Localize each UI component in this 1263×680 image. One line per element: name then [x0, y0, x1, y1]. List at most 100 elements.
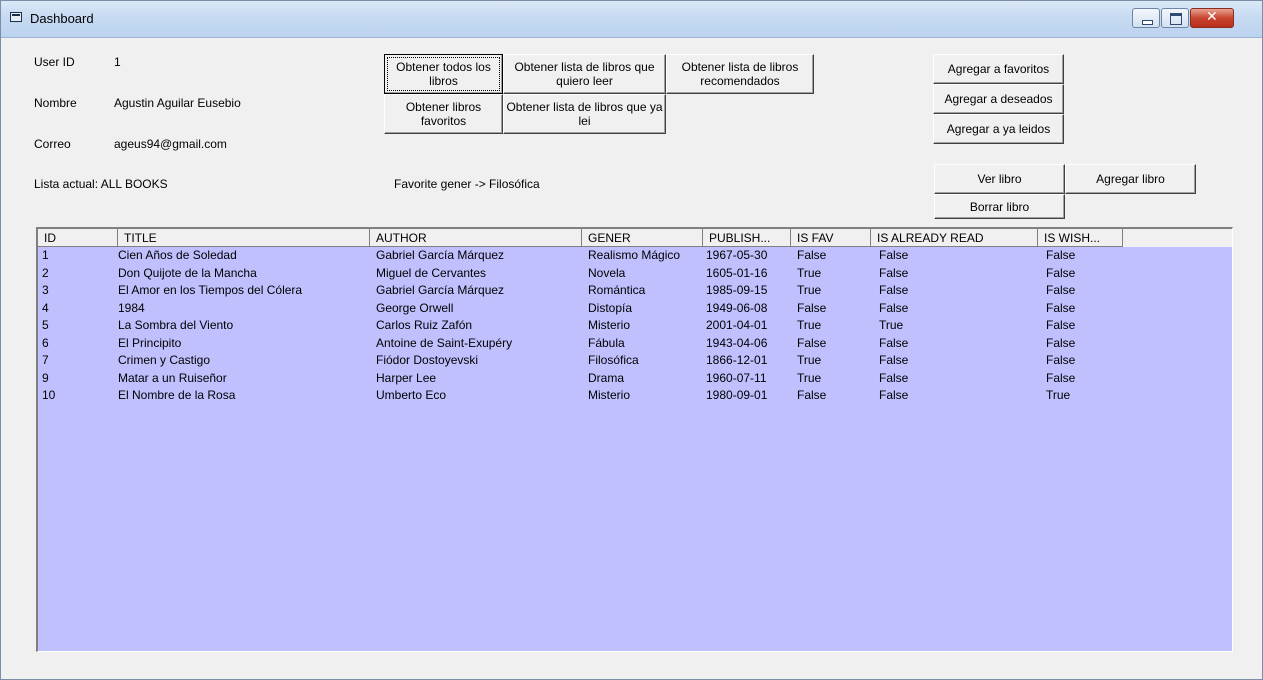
table-cell: 3	[42, 283, 49, 297]
table-cell: 1866-12-01	[706, 353, 768, 367]
table-row[interactable]: 6 El Principito Antoine de Saint-Exupéry Fá…	[38, 335, 1232, 350]
get-already-read-button[interactable]: Obtener lista de libros que ya lei	[503, 94, 666, 134]
column-header[interactable]: IS FAV	[791, 229, 871, 247]
maximize-button[interactable]	[1161, 8, 1189, 28]
table-cell: True	[797, 370, 822, 385]
table-cell: Crimen y Castigo	[118, 353, 211, 367]
table-cell: 1960-07-11	[706, 370, 767, 385]
table-cell: 1967-05-30	[706, 248, 768, 262]
add-to-wishlist-button[interactable]: Agregar a deseados	[933, 84, 1064, 114]
table-cell: False	[879, 300, 909, 315]
table-cell: Miguel de Cervantes	[376, 265, 487, 280]
close-button[interactable]: ✕	[1190, 8, 1234, 28]
column-header[interactable]: GENER	[582, 229, 703, 247]
table-cell: Fiódor Dostoyevski	[376, 353, 479, 367]
table-row[interactable]: 1 Cien Años de Soledad Gabriel García Márq…	[38, 249, 1232, 262]
table-cell: False	[879, 353, 909, 367]
table-cell: Umberto Eco	[376, 388, 447, 402]
table-cell: True	[797, 353, 822, 367]
table-cell: 1985-09-15	[706, 283, 768, 297]
table-cell: Gabriel García Márquez	[376, 248, 505, 262]
favorite-gener-label: Favorite gener -> Filosófica	[394, 177, 540, 191]
get-all-books-button[interactable]: Obtener todos los libros	[384, 54, 503, 94]
table-cell: Don Quijote de la Mancha	[118, 265, 257, 280]
table-row[interactable]: 2 Don Quijote de la Mancha Miguel de Cerva…	[38, 265, 1232, 280]
minimize-icon	[1142, 20, 1153, 25]
table-cell: 9	[42, 370, 49, 385]
table-cell: 1980-09-01	[706, 388, 768, 402]
maximize-icon	[1170, 13, 1182, 25]
table-cell: 1943-04-06	[706, 335, 768, 350]
table-cell: False	[797, 248, 827, 262]
table-cell: False	[879, 265, 909, 280]
column-header[interactable]: PUBLISH...	[703, 229, 791, 247]
table-cell: 10	[42, 388, 56, 402]
table-cell: False	[1046, 300, 1076, 315]
current-list-label: Lista actual: ALL BOOKS	[34, 177, 168, 191]
table-cell: 1984	[118, 300, 145, 315]
table-cell: George Orwell	[376, 300, 454, 315]
column-header[interactable]: ID	[38, 229, 118, 247]
table-cell: True	[797, 265, 822, 280]
view-book-button[interactable]: Ver libro	[934, 164, 1065, 194]
table-cell: El Amor en los Tiempos del Cólera	[118, 283, 303, 297]
table-cell: Matar a un Ruiseñor	[118, 370, 227, 385]
table-cell: Harper Lee	[376, 370, 437, 385]
table-cell: False	[879, 370, 909, 385]
table-cell: 1	[42, 248, 49, 262]
add-book-button[interactable]: Agregar libro	[1065, 164, 1196, 194]
table-cell: Cien Años de Soledad	[118, 248, 237, 262]
title-bar[interactable]: Dashboard ✕	[1, 1, 1262, 38]
table-cell: False	[797, 388, 827, 402]
table-cell: False	[797, 300, 827, 315]
get-want-to-read-button[interactable]: Obtener lista de libros que quiero leer	[503, 54, 666, 94]
name-label: Nombre	[34, 96, 77, 110]
column-header[interactable]: IS WISH...	[1038, 229, 1123, 247]
dashboard-window: Dashboard ✕ User ID 1 Nombre Agustin Agu…	[0, 0, 1263, 680]
table-cell: Misterio	[588, 318, 631, 332]
table-cell: Antoine de Saint-Exupéry	[376, 335, 513, 350]
table-cell: El Principito	[118, 335, 182, 350]
table-cell: Romántica	[588, 283, 646, 297]
table-cell: False	[879, 388, 909, 402]
table-cell: La Sombra del Viento	[118, 318, 234, 332]
table-cell: 2001-04-01	[706, 318, 768, 332]
books-list-view[interactable]: ID TITLE AUTHOR GENER PUBLISH... IS FAV IS ALR…	[36, 227, 1233, 652]
table-cell: False	[1046, 353, 1076, 367]
add-to-read-button[interactable]: Agregar a ya leidos	[933, 114, 1064, 144]
table-cell: True	[1046, 388, 1071, 402]
table-cell: False	[879, 335, 909, 350]
get-recommended-button[interactable]: Obtener lista de libros recomendados	[666, 54, 814, 94]
table-cell: False	[1046, 265, 1076, 280]
get-favorites-button[interactable]: Obtener libros favoritos	[384, 94, 503, 134]
name-value: Agustin Aguilar Eusebio	[114, 96, 241, 110]
table-cell: False	[1046, 248, 1076, 262]
column-header[interactable]: TITLE	[118, 229, 370, 247]
column-header[interactable]: AUTHOR	[370, 229, 582, 247]
table-row[interactable]: 9 Matar a un Ruiseñor Harper Lee Drama 1960-…	[38, 370, 1232, 385]
table-cell: Novela	[588, 265, 626, 280]
table-cell: 5	[42, 318, 49, 332]
minimize-button[interactable]	[1132, 8, 1160, 28]
table-row[interactable]: 4 1984 George Orwell Distopía 1949-06-08 Fals…	[38, 300, 1232, 315]
user-id-label: User ID	[34, 55, 75, 69]
close-icon: ✕	[1206, 9, 1218, 25]
delete-book-button[interactable]: Borrar libro	[934, 194, 1065, 219]
table-row[interactable]: 10 El Nombre de la Rosa Umberto Eco Misteri…	[38, 389, 1232, 402]
table-cell: 4	[42, 300, 49, 315]
column-header[interactable]: IS ALREADY READ	[871, 229, 1038, 247]
table-cell: False	[1046, 283, 1076, 297]
table-cell: 6	[42, 335, 49, 350]
add-to-favorites-button[interactable]: Agregar a favoritos	[933, 54, 1064, 84]
table-cell: False	[879, 283, 909, 297]
table-cell: False	[797, 335, 827, 350]
table-row[interactable]: 3 El Amor en los Tiempos del Cólera Gabrie…	[38, 284, 1232, 297]
table-row[interactable]: 5 La Sombra del Viento Carlos Ruiz Zafón Mi…	[38, 319, 1232, 332]
table-cell: False	[1046, 335, 1076, 350]
window-icon	[10, 12, 22, 22]
table-row[interactable]: 7 Crimen y Castigo Fiódor Dostoyevski Filos…	[38, 354, 1232, 367]
table-cell: True	[879, 318, 904, 332]
table-cell: Realismo Mágico	[588, 248, 681, 262]
table-cell: Distopía	[588, 300, 633, 315]
user-id-value: 1	[114, 55, 121, 69]
